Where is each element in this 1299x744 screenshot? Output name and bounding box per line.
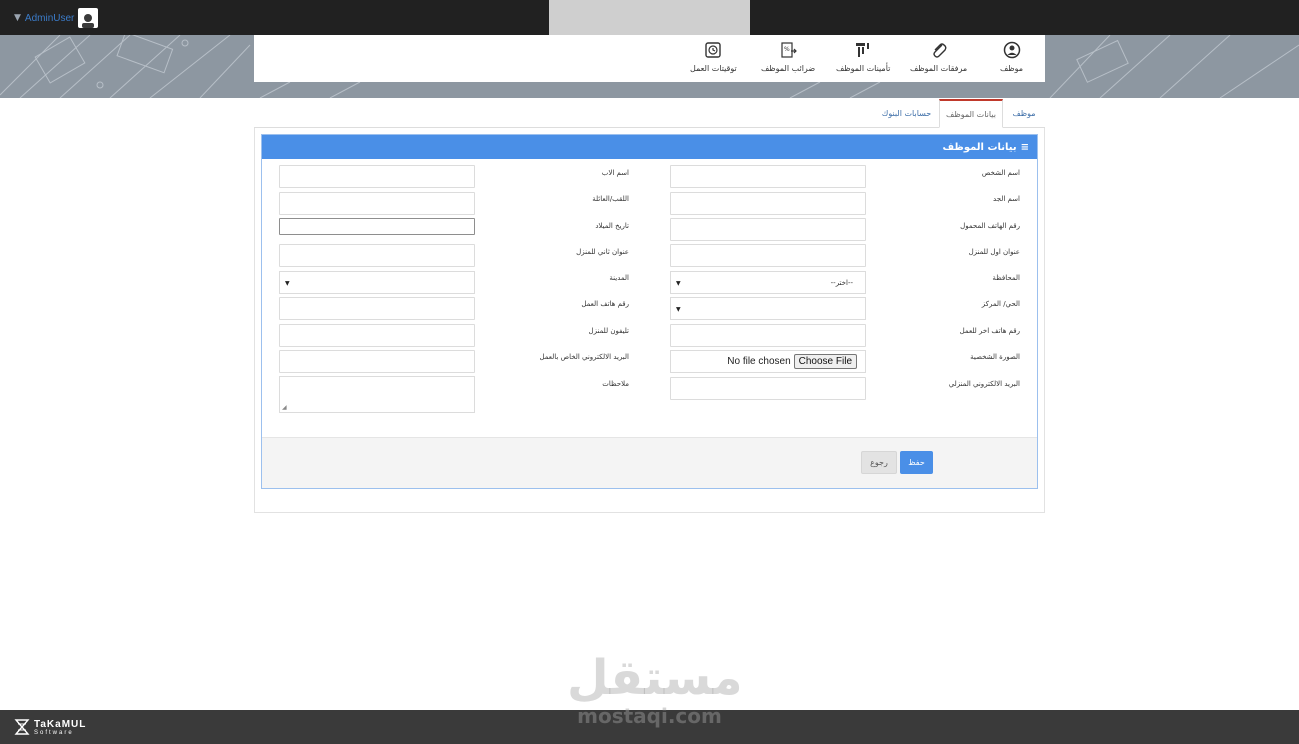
toolbar-attachments[interactable]: مرفقات الموظف (910, 41, 967, 73)
label-family-name: اللقب/العائلة (592, 195, 629, 203)
grandfather-name-input[interactable] (670, 192, 866, 215)
tab-employee-data[interactable]: بيانات الموظف (939, 99, 1003, 128)
birth-date-input[interactable] (279, 218, 475, 235)
label-notes: ملاحظات (602, 380, 629, 388)
label-home-email: البريد الالكتروني المنزلي (948, 380, 1020, 388)
person-name-input[interactable] (670, 165, 866, 188)
governorate-value: --اختر-- (830, 279, 853, 287)
label-home-phone: تليفون للمنزل (588, 327, 629, 335)
city-select[interactable]: ▼ (279, 271, 475, 294)
home-phone-input[interactable] (279, 324, 475, 347)
user-circle-icon (1003, 41, 1021, 59)
watermark-arabic: مستقل (567, 650, 743, 706)
takamul-logo: TaKaMUL Software (14, 718, 86, 740)
toolbar-label: توقيتات العمل (690, 64, 737, 73)
label-grandfather-name: اسم الجد (993, 195, 1020, 203)
avatar-icon[interactable] (78, 8, 99, 28)
work-email-input[interactable] (279, 350, 475, 373)
tab-employee[interactable]: موظف (1004, 99, 1044, 128)
address-1-input[interactable] (670, 244, 866, 267)
work-phone-input[interactable] (279, 297, 475, 320)
toolbar-label: تأمينات الموظف (836, 64, 891, 73)
family-name-input[interactable] (279, 192, 475, 215)
mobile-input[interactable] (670, 218, 866, 241)
insurance-icon (854, 41, 872, 59)
district-select[interactable]: ▼ (670, 297, 866, 320)
label-address-1: عنوان اول للمنزل (968, 248, 1020, 256)
label-work-phone: رقم هاتف العمل (581, 300, 629, 308)
label-address-2: عنوان ثاني للمنزل (576, 248, 629, 256)
toolbar-insurance[interactable]: تأمينات الموظف (836, 41, 890, 73)
menu-lines-icon: ≡ (1020, 141, 1029, 153)
label-city: المدينة (609, 274, 629, 282)
dropdown-arrow-icon: ▼ (676, 306, 681, 313)
paperclip-icon (930, 41, 948, 59)
tax-icon: % (779, 41, 797, 59)
clock-icon (704, 41, 722, 59)
toolbar-work-hours[interactable]: توقيتات العمل (690, 41, 737, 73)
save-button[interactable]: حفظ (900, 451, 933, 474)
panel-title: بيانات الموظف (942, 141, 1017, 153)
resize-grip-icon[interactable]: ◢ (282, 404, 287, 411)
brand-sub: Software (34, 730, 74, 736)
address-2-input[interactable] (279, 244, 475, 267)
file-status: No file chosen (727, 356, 791, 367)
back-button[interactable]: رجوع (861, 451, 897, 474)
logo-mark-icon (14, 718, 30, 740)
label-birth-date: تاريخ الميلاد (595, 222, 629, 230)
toolbar-label: ضرائب الموظف (761, 64, 816, 73)
chevron-down-icon[interactable]: ▼ (14, 13, 21, 23)
watermark-url: mostaqi.com (577, 704, 722, 728)
label-father-name: اسم الاب (601, 169, 629, 177)
governorate-select[interactable]: ▼ --اختر-- (670, 271, 866, 294)
svg-text:%: % (784, 46, 790, 53)
dropdown-arrow-icon: ▼ (285, 280, 290, 287)
toolbar-taxes[interactable]: % ضرائب الموظف (761, 41, 815, 73)
choose-file-button[interactable]: Choose File (793, 354, 857, 369)
label-governorate: المحافظة (992, 274, 1020, 282)
notes-textarea[interactable]: ◢ (279, 376, 475, 413)
photo-file-input[interactable]: No file chosen Choose File (670, 350, 866, 373)
tab-bank-accounts[interactable]: حسابات البنوك (875, 99, 938, 128)
father-name-input[interactable] (279, 165, 475, 188)
toolbar-label: مرفقات الموظف (910, 64, 968, 73)
module-toolbar: موظف مرفقات الموظف تأمينات الموظف % ضرائ… (254, 35, 1045, 82)
label-work-email: البريد الالكتروني الخاص بالعمل (539, 353, 629, 361)
label-other-work-phone: رقم هاتف اخر للعمل (959, 327, 1020, 335)
user-menu[interactable]: ▼ AdminUser (14, 8, 99, 28)
label-person-name: اسم الشخص (981, 169, 1020, 177)
toolbar-label: موظف (1000, 64, 1024, 73)
home-email-input[interactable] (670, 377, 866, 400)
other-work-phone-input[interactable] (670, 324, 866, 347)
label-district: الحي/ المركز (981, 300, 1020, 308)
top-bar: ▼ AdminUser (0, 0, 1299, 40)
username[interactable]: AdminUser (25, 13, 74, 24)
panel-header: بيانات الموظف ≡ (262, 135, 1037, 159)
label-mobile: رقم الهاتف المحمول (960, 222, 1020, 230)
dropdown-arrow-icon: ▼ (676, 280, 681, 287)
toolbar-employee[interactable]: موظف (1000, 41, 1023, 73)
brand-name: TaKaMUL (34, 719, 87, 730)
label-photo: الصورة الشخصية (970, 353, 1020, 361)
top-center-tab (549, 0, 750, 40)
